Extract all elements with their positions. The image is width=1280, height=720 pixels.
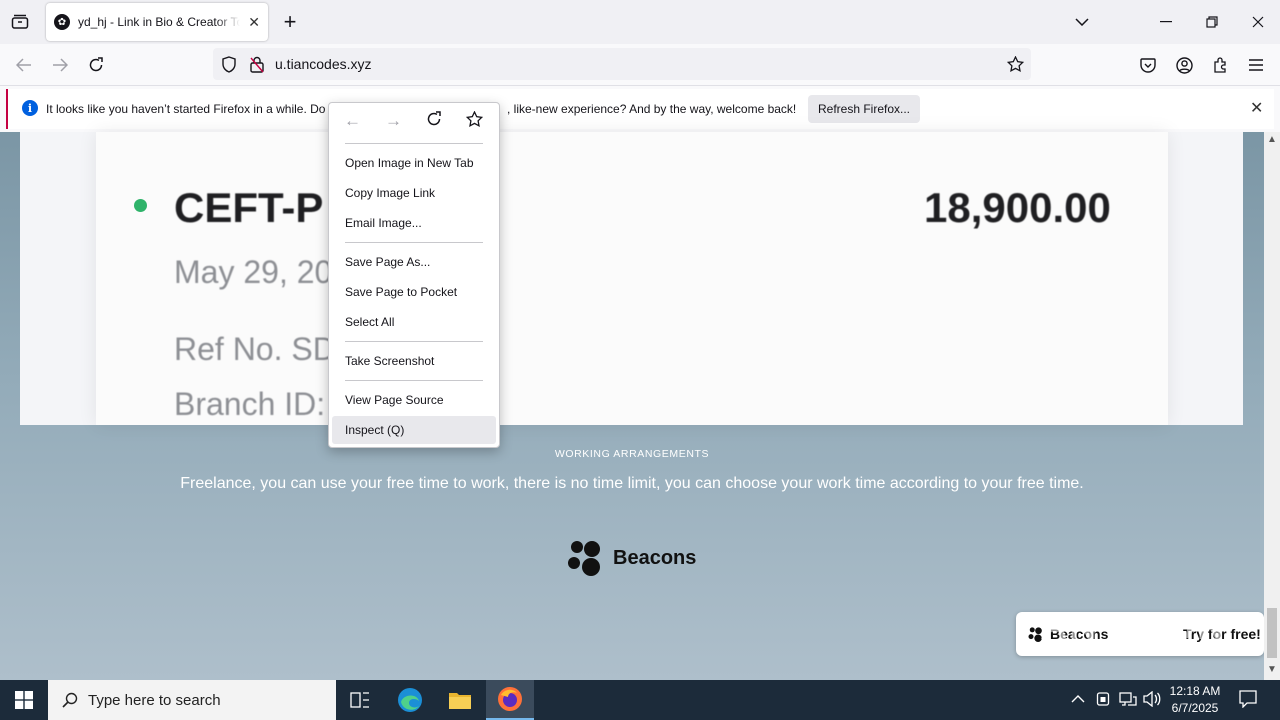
refresh-firefox-button[interactable]: Refresh Firefox...: [808, 95, 920, 123]
receipt-amount: 18,900.00: [924, 184, 1111, 231]
volume-icon[interactable]: [1143, 690, 1161, 710]
refresh-notification-bar: i It looks like you haven’t started Fire…: [6, 89, 1274, 129]
scroll-up-icon[interactable]: ▲: [1267, 134, 1277, 145]
context-menu: ← → Open Image in New Tab Copy Image Lin…: [328, 102, 500, 448]
account-icon[interactable]: [1174, 55, 1194, 75]
url-text[interactable]: u.tiancodes.xyz: [275, 56, 372, 72]
menu-view-page-source[interactable]: View Page Source: [332, 386, 496, 414]
tab-title: yd_hj - Link in Bio & Creator To: [78, 15, 241, 29]
close-window-icon[interactable]: [1248, 12, 1268, 32]
task-view-button[interactable]: [336, 680, 384, 720]
receipt-title: CEFT-P: [174, 184, 324, 231]
menu-separator: [345, 341, 483, 342]
extensions-icon[interactable]: [1210, 55, 1230, 75]
page-scrollbar[interactable]: ▲ ▼: [1264, 132, 1280, 680]
search-placeholder: Type here to search: [88, 691, 221, 709]
site-favicon-icon: ✿: [54, 14, 70, 30]
firefox-app-button[interactable]: [486, 680, 534, 720]
beacons-logo-icon: [568, 541, 600, 576]
context-forward-icon[interactable]: →: [385, 111, 402, 131]
working-arrangements-text: Freelance, you can use your free time to…: [180, 475, 1084, 492]
receipt-date: May 29, 20: [174, 254, 333, 290]
menu-copy-image-link[interactable]: Copy Image Link: [332, 179, 496, 207]
action-center-icon[interactable]: [1239, 690, 1257, 711]
notification-message-tail: , like-new experience? And by the way, w…: [507, 102, 797, 116]
task-view-icon: [350, 692, 369, 708]
page-content: CEFT-P 18,900.00 May 29, 20 Ref No. SD B…: [0, 132, 1264, 680]
folder-icon: [449, 693, 471, 709]
lock-warning-icon[interactable]: [249, 56, 265, 76]
context-reload-icon[interactable]: [426, 111, 442, 132]
new-tab-button[interactable]: +: [280, 9, 300, 34]
beacons-logo[interactable]: Beacons: [567, 540, 696, 576]
security-tray-icon[interactable]: [1096, 691, 1110, 710]
clock-time: 12:18 AM: [1169, 684, 1221, 698]
back-icon[interactable]: [14, 55, 34, 75]
url-bar[interactable]: u.tiancodes.xyz: [213, 48, 1031, 80]
firefox-icon: [498, 687, 522, 711]
reload-icon[interactable]: [86, 55, 106, 75]
context-back-icon[interactable]: ←: [344, 111, 361, 131]
file-explorer-button[interactable]: [436, 680, 484, 720]
list-all-tabs-icon[interactable]: [1072, 12, 1092, 32]
tab-close-icon[interactable]: ✕: [248, 14, 260, 31]
menu-icon[interactable]: [1246, 55, 1266, 75]
restore-icon[interactable]: [1202, 12, 1222, 32]
pocket-icon[interactable]: [1138, 55, 1158, 75]
notification-message: It looks like you haven’t started Firefo…: [46, 102, 335, 116]
minimize-icon[interactable]: [1156, 12, 1176, 32]
receipt-image[interactable]: CEFT-P 18,900.00 May 29, 20 Ref No. SD B…: [96, 132, 1168, 425]
menu-inspect[interactable]: Inspect (Q): [332, 416, 496, 444]
scroll-thumb[interactable]: [1267, 608, 1277, 658]
info-icon: i: [22, 100, 38, 116]
context-bookmark-icon[interactable]: [465, 110, 484, 132]
notification-close-icon[interactable]: ✕: [1250, 98, 1263, 118]
menu-save-page-as[interactable]: Save Page As...: [332, 248, 496, 276]
show-hidden-icons-icon[interactable]: [1071, 691, 1085, 707]
scroll-down-icon[interactable]: ▼: [1267, 664, 1277, 675]
menu-separator: [345, 143, 483, 144]
menu-save-to-pocket[interactable]: Save Page to Pocket: [332, 278, 496, 306]
nav-bar: u.tiancodes.xyz: [0, 44, 1280, 86]
start-button[interactable]: [0, 680, 48, 720]
menu-separator: [345, 380, 483, 381]
anyrun-watermark: ANY RUN: [1040, 606, 1227, 648]
active-tab[interactable]: ✿ yd_hj - Link in Bio & Creator To ✕: [46, 3, 268, 41]
receipt-ref: Ref No. SD: [174, 331, 336, 367]
shield-icon[interactable]: [221, 56, 237, 76]
clock-date: 6/7/2025: [1171, 701, 1219, 715]
bookmark-star-icon[interactable]: [1006, 55, 1025, 75]
beacons-brand-text: Beacons: [613, 546, 697, 569]
forward-icon[interactable]: [50, 55, 70, 75]
network-icon[interactable]: [1119, 691, 1137, 710]
windows-logo-icon: [15, 691, 33, 709]
system-clock[interactable]: 12:18 AM 6/7/2025: [1160, 683, 1230, 717]
taskbar-search[interactable]: Type here to search: [48, 680, 336, 720]
edge-app-button[interactable]: [386, 680, 434, 720]
windows-taskbar: Type here to search 12:18 AM 6/7/2025: [0, 680, 1280, 720]
menu-take-screenshot[interactable]: Take Screenshot: [332, 347, 496, 375]
menu-separator: [345, 242, 483, 243]
tab-list-icon[interactable]: [10, 12, 30, 32]
receipt-branch: Branch ID:: [174, 386, 326, 422]
context-nav-row: ← →: [329, 103, 499, 143]
menu-select-all[interactable]: Select All: [332, 308, 496, 336]
menu-open-image-new-tab[interactable]: Open Image in New Tab: [332, 149, 496, 177]
status-dot-icon: [134, 199, 147, 212]
tab-strip: ✿ yd_hj - Link in Bio & Creator To ✕ +: [0, 0, 1280, 44]
edge-icon: [398, 688, 422, 712]
working-arrangements-heading: WORKING ARRANGEMENTS: [554, 448, 710, 460]
receipt-image-frame: CEFT-P 18,900.00 May 29, 20 Ref No. SD B…: [20, 132, 1243, 425]
search-icon: [62, 692, 78, 708]
menu-email-image[interactable]: Email Image...: [332, 209, 496, 237]
